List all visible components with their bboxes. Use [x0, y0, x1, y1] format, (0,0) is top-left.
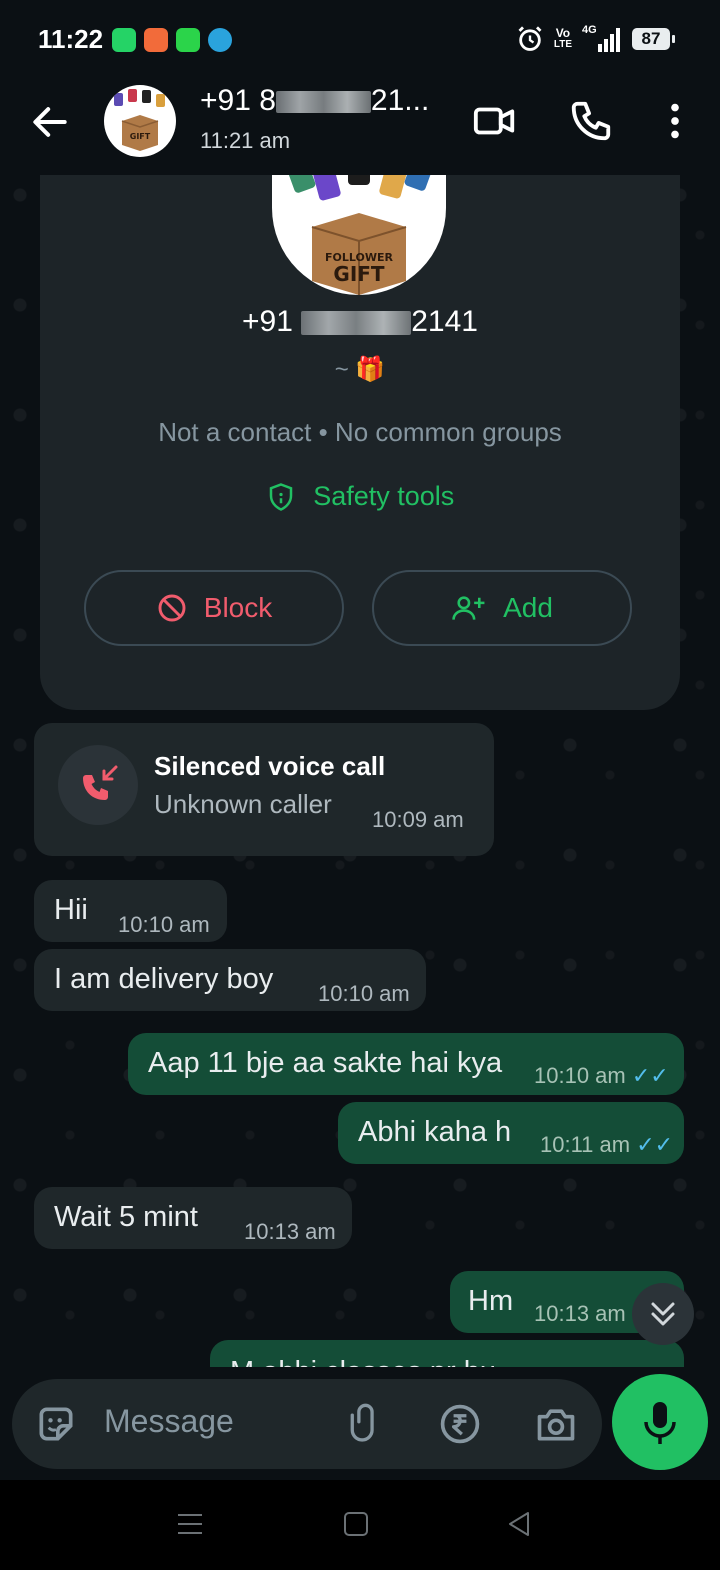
system-status-icons: Vo LTE 4G 87 — [516, 24, 675, 54]
voice-call-icon[interactable] — [568, 98, 614, 144]
message-input[interactable]: Message — [12, 1379, 602, 1469]
contact-card-avatar[interactable]: FOLLOWER GIFT — [272, 175, 446, 295]
contact-meta: Not a contact • No common groups — [158, 417, 562, 447]
status-bar: 11:22 Vo LTE 4G 87 — [0, 0, 720, 80]
composer-bar: Message — [0, 1367, 720, 1480]
contact-avatar[interactable]: GIFT — [104, 85, 176, 157]
message-text: Hm — [468, 1285, 514, 1317]
message-bubble-incoming[interactable]: I am delivery boy 10:10 am — [34, 949, 426, 1011]
game-notification-icon — [144, 28, 168, 52]
notification-icons — [112, 28, 232, 52]
avatar-text-gift: GIFT — [333, 262, 385, 286]
contact-info-card: FOLLOWER GIFT +91 2141 ~ 🎁 Not a contact… — [40, 175, 680, 710]
voice-message-button[interactable] — [612, 1374, 708, 1470]
message-bubble-outgoing[interactable]: Abhi kaha h 10:11 am ✓✓ — [338, 1102, 684, 1164]
microphone-icon — [644, 1402, 676, 1444]
block-icon — [158, 594, 186, 622]
message-bubble-outgoing[interactable]: M abhi classes pr hu — [210, 1340, 684, 1367]
message-text: I am delivery boy — [54, 963, 274, 995]
block-button[interactable]: Block — [84, 570, 344, 646]
svg-text:GIFT: GIFT — [130, 132, 151, 141]
contact-name[interactable]: +91 8 21... — [200, 84, 429, 118]
volte-indicator: Vo LTE — [553, 26, 572, 50]
message-text: M abhi classes pr hu — [230, 1356, 496, 1367]
message-text: Wait 5 mint — [54, 1201, 198, 1233]
redacted-number — [301, 311, 412, 336]
message-time: 10:11 am ✓✓ — [540, 1132, 674, 1157]
message-bubble-incoming[interactable]: Hii 10:10 am — [34, 880, 227, 942]
camera-icon[interactable] — [534, 1402, 578, 1446]
message-time: 10:13 am — [534, 1301, 626, 1326]
contact-phone-number: +91 2141 — [242, 305, 478, 338]
call-title: Silenced voice call — [154, 751, 386, 781]
message-placeholder: Message — [104, 1403, 234, 1439]
message-text: Hii — [54, 894, 88, 926]
silenced-call-bubble[interactable]: Silenced voice call Unknown caller 10:09… — [34, 723, 494, 856]
status-time: 11:22 — [38, 24, 104, 54]
chat-header: GIFT +91 8 21... 11:21 am — [0, 80, 720, 175]
system-nav-bar — [0, 1480, 720, 1570]
message-text: Aap 11 bje aa sakte hai kya — [148, 1047, 503, 1079]
alarm-icon — [518, 26, 542, 51]
add-contact-button[interactable]: Add — [372, 570, 632, 646]
video-call-icon[interactable] — [472, 98, 518, 144]
app-notification-icon — [176, 28, 200, 52]
message-bubble-incoming[interactable]: Wait 5 mint 10:13 am — [34, 1187, 352, 1249]
contact-about: ~ 🎁 — [334, 356, 386, 383]
scroll-to-bottom-button[interactable] — [632, 1283, 694, 1345]
system-back-icon[interactable] — [504, 1510, 532, 1538]
message-time: 10:10 am — [118, 912, 210, 937]
read-ticks-icon: ✓✓ — [636, 1132, 674, 1157]
battery-icon: 87 — [632, 28, 675, 50]
signal-icon: 4G — [582, 24, 622, 54]
missed-call-icon — [58, 745, 138, 825]
back-arrow-icon[interactable] — [28, 100, 72, 144]
message-bubble-outgoing[interactable]: Aap 11 bje aa sakte hai kya 10:10 am ✓✓ — [128, 1033, 684, 1095]
read-ticks-icon: ✓✓ — [631, 1063, 669, 1088]
more-options-icon[interactable] — [652, 98, 698, 144]
shield-icon — [269, 483, 292, 511]
message-time: 10:10 am — [318, 981, 410, 1006]
whatsapp-notification-icon — [112, 28, 136, 52]
home-icon[interactable] — [342, 1510, 370, 1538]
last-seen-text: 11:21 am — [200, 128, 291, 153]
recent-apps-icon[interactable] — [176, 1510, 204, 1538]
chat-area[interactable]: FOLLOWER GIFT +91 2141 ~ 🎁 Not a contact… — [0, 175, 720, 1367]
redacted-number — [275, 91, 371, 114]
message-text: Abhi kaha h — [358, 1116, 512, 1148]
sticker-icon[interactable] — [34, 1402, 78, 1446]
message-time: 10:13 am — [244, 1219, 336, 1244]
message-time: 10:09 am — [372, 807, 464, 832]
add-person-icon — [452, 596, 485, 620]
message-time: 10:10 am ✓✓ — [534, 1063, 669, 1088]
rupee-payment-icon[interactable] — [438, 1402, 482, 1446]
double-chevron-down-icon — [651, 1302, 675, 1326]
telegram-notification-icon — [208, 28, 232, 52]
attach-icon[interactable] — [342, 1402, 386, 1446]
safety-tools-link[interactable]: Safety tools — [40, 481, 680, 512]
call-subtitle: Unknown caller — [154, 789, 332, 819]
